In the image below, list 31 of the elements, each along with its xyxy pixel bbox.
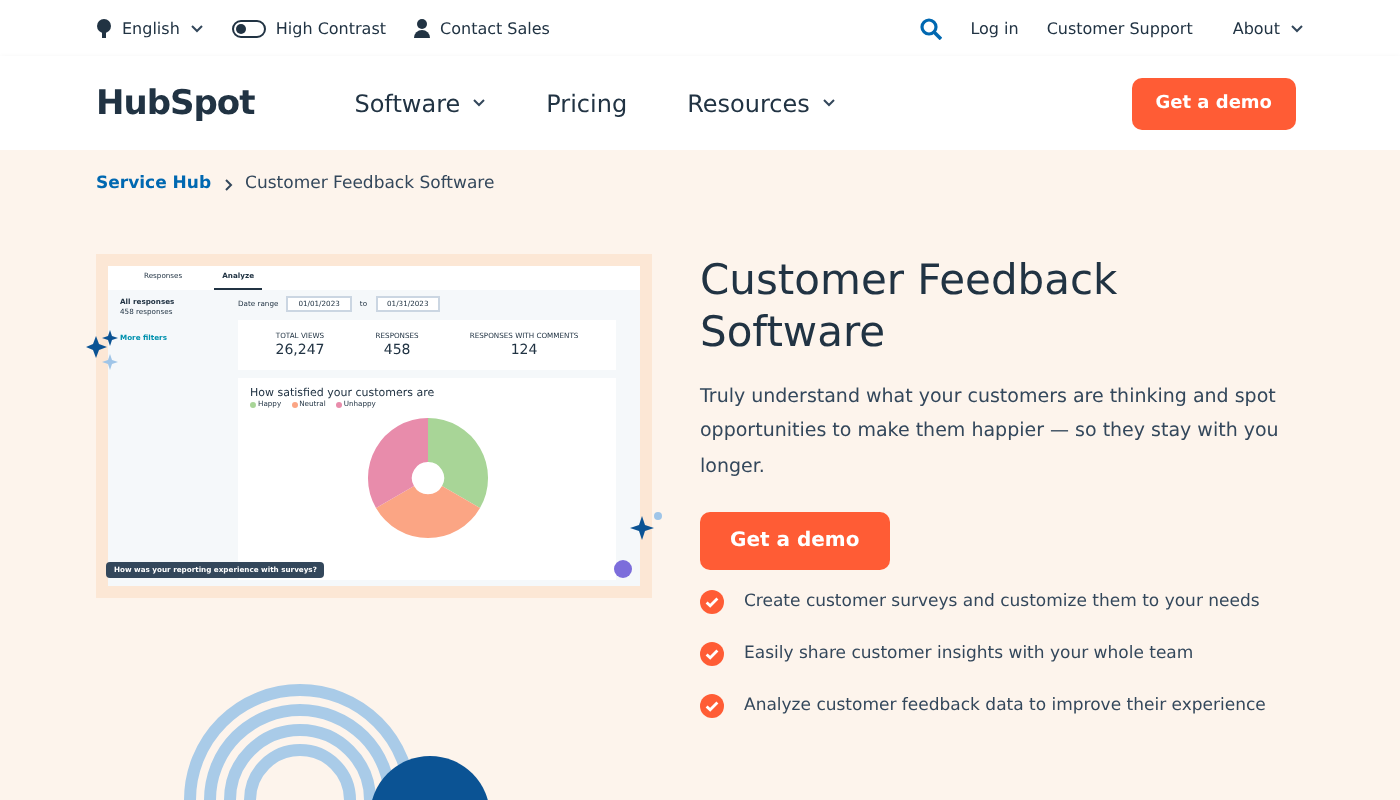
feature-text: Analyze customer feedback data to improve their experience bbox=[744, 696, 1266, 717]
donut-chart-drawing bbox=[365, 416, 489, 540]
nav-menu-item[interactable]: Resources bbox=[687, 89, 836, 117]
login-link[interactable]: Log in bbox=[970, 19, 1019, 37]
chevron-down-icon bbox=[1290, 23, 1304, 33]
language-selector[interactable]: English bbox=[96, 18, 204, 38]
page-title: Customer Feedback Software bbox=[700, 254, 1120, 359]
checkmark-icon bbox=[700, 694, 724, 719]
nav-menu-item[interactable]: Pricing bbox=[546, 89, 628, 117]
breadcrumb-link[interactable]: Service Hub bbox=[96, 174, 212, 194]
checkmark-icon bbox=[700, 590, 724, 615]
chevron-down-icon bbox=[189, 23, 204, 33]
chat-bubble-icon[interactable] bbox=[614, 560, 632, 578]
hero-description: Truly understand what your customers are thinking and spot opportunities to make them happier — so they stay with you longer. bbox=[700, 383, 1281, 482]
person-icon bbox=[414, 18, 431, 38]
feature-text: Create customer surveys and customize them to your needs bbox=[744, 592, 1260, 613]
sparkle-icon bbox=[86, 330, 122, 374]
nav-menu-item[interactable]: Software bbox=[354, 89, 487, 117]
logo[interactable]: HubSpot bbox=[96, 83, 255, 123]
feature-text: Easily share customer insights with your whole team bbox=[744, 644, 1194, 665]
chevron-down-icon bbox=[821, 98, 836, 108]
customer-support-link[interactable]: Customer Support bbox=[1046, 19, 1193, 37]
chevron-down-icon bbox=[472, 98, 487, 108]
checkmark-icon bbox=[700, 642, 724, 667]
search-icon[interactable] bbox=[920, 17, 943, 39]
about-menu[interactable]: About bbox=[1232, 19, 1304, 37]
contact-sales-link[interactable]: Contact Sales bbox=[414, 18, 550, 38]
high-contrast-label: High Contrast bbox=[275, 19, 387, 37]
chevron-right-icon bbox=[223, 177, 234, 191]
high-contrast-toggle[interactable] bbox=[231, 19, 266, 37]
breadcrumb-current: Customer Feedback Software bbox=[245, 174, 495, 194]
